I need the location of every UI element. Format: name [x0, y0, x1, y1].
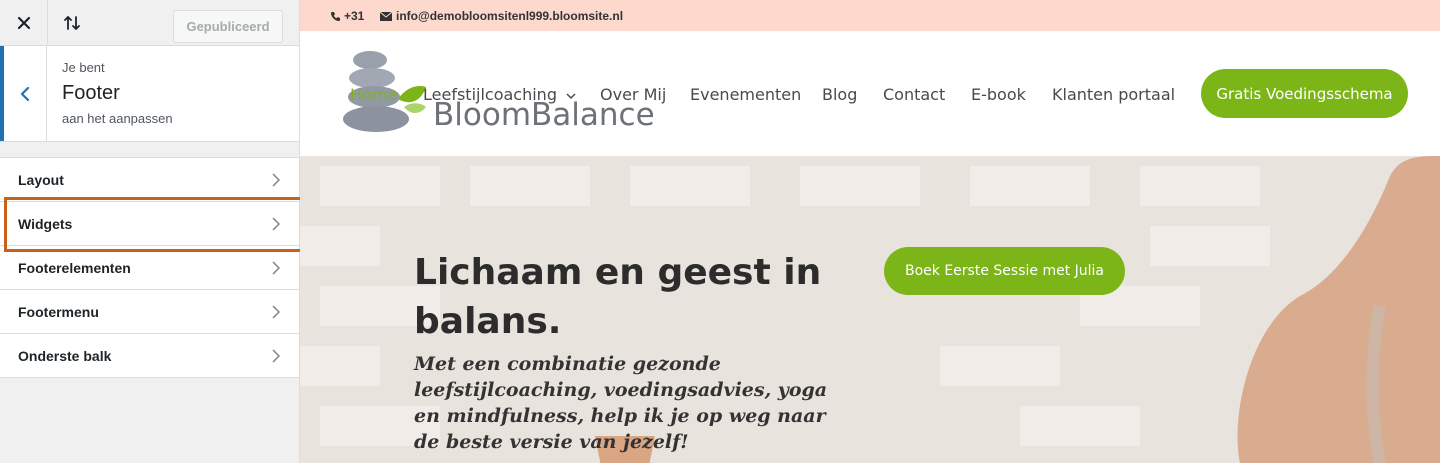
menu-item-label: Footermenu [18, 303, 99, 320]
menu-item-footerelementen[interactable]: Footerelementen [0, 246, 299, 290]
email-text: info@demobloomsitenl999.bloomsite.nl [396, 9, 624, 23]
chevron-down-icon [566, 93, 576, 100]
chevron-left-icon [20, 86, 30, 101]
menu-item-label: Onderste balk [18, 347, 112, 364]
nav-item-evenementen[interactable]: Evenementen [690, 85, 801, 104]
menu-item-layout[interactable]: Layout [0, 158, 299, 202]
envelope-icon [380, 11, 392, 21]
hero-background-brick [940, 346, 1060, 386]
hero-background-brick [1020, 406, 1140, 446]
sort-arrows-icon [64, 15, 80, 30]
menu-item-onderste-balk[interactable]: Onderste balk [0, 334, 299, 378]
menu-item-footermenu[interactable]: Footermenu [0, 290, 299, 334]
menu-item-label: Footerelementen [18, 259, 131, 276]
hero-background-brick [300, 346, 380, 386]
chevron-right-icon [272, 217, 281, 231]
back-button[interactable] [0, 46, 47, 141]
hero-person-shape [1237, 156, 1440, 463]
customizer-sidebar: Gepubliceerd Je bent Footer aan het aanp… [0, 0, 300, 463]
site-preview: +31 info@demobloomsitenl999.bloomsite.nl… [300, 0, 1440, 463]
nav-item-home[interactable]: Home [350, 85, 397, 104]
chevron-right-icon [272, 173, 281, 187]
section-header: Je bent Footer aan het aanpassen [0, 46, 299, 142]
hero-background-brick [300, 226, 380, 266]
section-menu: Layout Widgets Footerelementen Footermen… [0, 157, 299, 378]
menu-item-label: Widgets [18, 215, 73, 232]
info-bar: +31 info@demobloomsitenl999.bloomsite.nl [300, 0, 1440, 31]
hero-background-brick [470, 166, 590, 206]
nav-item-ebook[interactable]: E-book [971, 85, 1026, 104]
chevron-right-icon [272, 261, 281, 275]
cta-button[interactable]: Gratis Voedingsschema [1201, 69, 1408, 118]
nav-item-klanten-portaal[interactable]: Klanten portaal [1052, 85, 1175, 104]
hero-background-brick [970, 166, 1090, 206]
menu-item-widgets[interactable]: Widgets [0, 202, 299, 246]
hero-title: Lichaam en geest in balans. [414, 252, 822, 342]
hero-background-brick [630, 166, 750, 206]
nav-item-over-mij[interactable]: Over Mij [600, 85, 666, 104]
nav-item-contact[interactable]: Contact [883, 85, 945, 104]
close-customizer-button[interactable] [0, 0, 48, 45]
phone-contact[interactable]: +31 [330, 9, 364, 23]
chevron-right-icon [272, 305, 281, 319]
email-contact[interactable]: info@demobloomsitenl999.bloomsite.nl [380, 9, 623, 23]
menu-item-label: Layout [18, 171, 64, 188]
section-prefix: Je bent [62, 60, 105, 75]
publish-button[interactable]: Gepubliceerd [173, 10, 283, 43]
phone-text: +31 [344, 9, 365, 23]
hero-background-brick [320, 166, 440, 206]
chevron-right-icon [272, 349, 281, 363]
device-toggle-button[interactable] [48, 0, 96, 45]
customizer-topbar: Gepubliceerd [0, 0, 299, 46]
site-header: BloomBalance Home Leefstijlcoaching Over… [300, 31, 1440, 156]
nav-item-leefstijlcoaching[interactable]: Leefstijlcoaching [423, 85, 576, 104]
hero-section: Lichaam en geest in balans. Met een comb… [300, 156, 1440, 463]
hero-subtitle: Met een combinatie gezonde leefstijlcoac… [414, 353, 828, 453]
close-icon [17, 16, 30, 29]
nav-item-blog[interactable]: Blog [822, 85, 857, 104]
book-session-button[interactable]: Boek Eerste Sessie met Julia [884, 247, 1125, 295]
section-title: Footer [62, 82, 120, 104]
hero-background-brick [800, 166, 920, 206]
nav-item-label: Leefstijlcoaching [423, 85, 557, 104]
section-suffix: aan het aanpassen [62, 111, 173, 126]
phone-icon [331, 11, 340, 21]
